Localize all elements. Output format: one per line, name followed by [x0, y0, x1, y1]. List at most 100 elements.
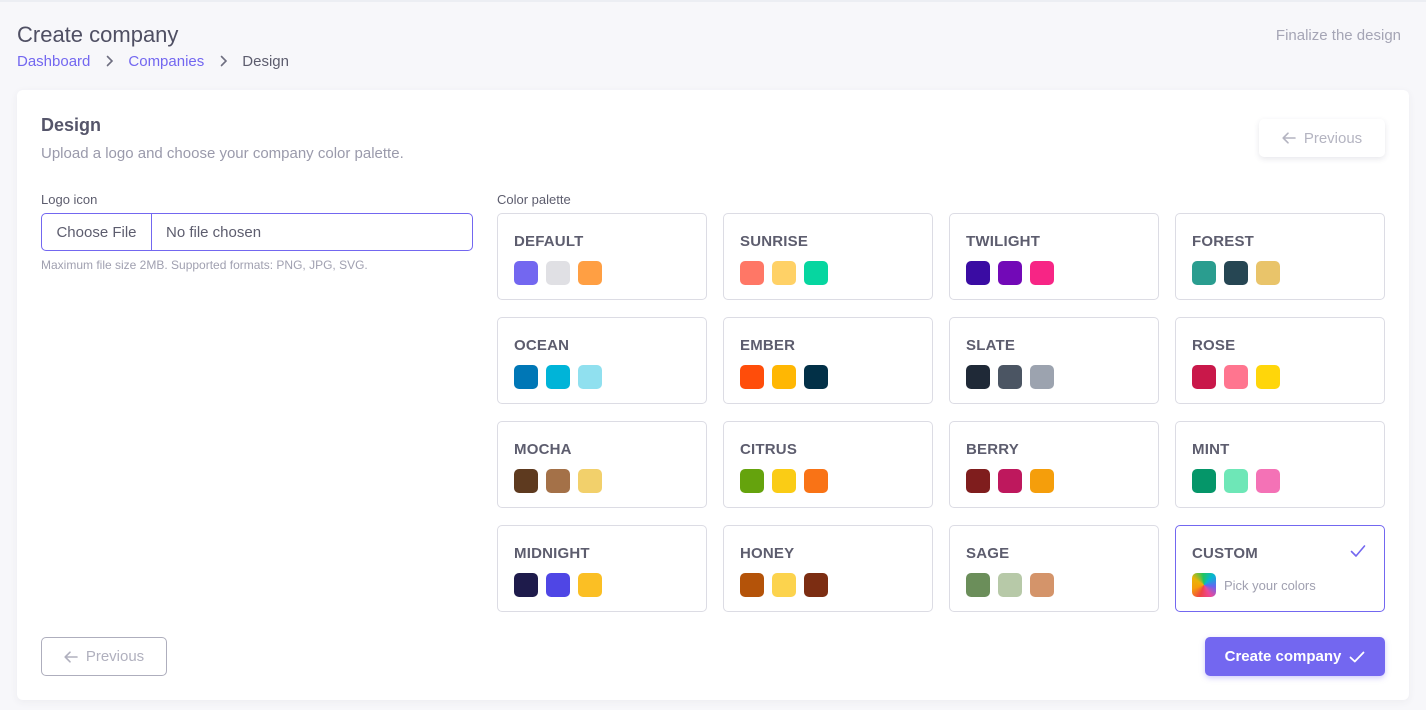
rainbow-swatch-icon	[1192, 573, 1216, 597]
palette-name: DEFAULT	[514, 233, 584, 250]
color-swatch	[772, 469, 796, 493]
color-swatch	[514, 573, 538, 597]
palette-option-mint[interactable]: MINT	[1175, 421, 1385, 508]
palette-option-berry[interactable]: BERRY	[949, 421, 1159, 508]
chevron-right-icon	[106, 54, 114, 70]
color-swatch	[772, 573, 796, 597]
previous-button-top[interactable]: Previous	[1259, 119, 1385, 157]
palette-name: HONEY	[740, 545, 795, 562]
color-swatch	[1030, 573, 1054, 597]
arrow-left-icon	[1282, 132, 1296, 144]
color-swatch	[998, 261, 1022, 285]
color-swatch	[804, 469, 828, 493]
palette-option-slate[interactable]: SLATE	[949, 317, 1159, 404]
palette-option-default[interactable]: DEFAULT	[497, 213, 707, 300]
palette-option-honey[interactable]: HONEY	[723, 525, 933, 612]
logo-label: Logo icon	[41, 192, 98, 207]
color-swatch	[804, 261, 828, 285]
create-company-button-label: Create company	[1224, 648, 1342, 665]
previous-button-label: Previous	[85, 648, 145, 665]
palette-swatches	[740, 365, 932, 389]
breadcrumb-dashboard-link[interactable]: Dashboard	[17, 53, 90, 70]
logo-file-input[interactable]: Choose File No file chosen	[41, 213, 473, 251]
palette-option-ember[interactable]: EMBER	[723, 317, 933, 404]
step-hint: Finalize the design	[1275, 27, 1401, 44]
check-icon	[1350, 545, 1366, 557]
palette-name: SUNRISE	[740, 233, 809, 250]
color-swatch	[1192, 469, 1216, 493]
breadcrumb-companies-link[interactable]: Companies	[128, 53, 204, 70]
palette-swatches	[740, 469, 932, 493]
palette-name: OCEAN	[514, 337, 570, 354]
palette-swatches	[514, 469, 706, 493]
palette-swatches	[966, 261, 1158, 285]
palette-option-sunrise[interactable]: SUNRISE	[723, 213, 933, 300]
palette-swatches	[514, 261, 706, 285]
palette-option-twilight[interactable]: TWILIGHT	[949, 213, 1159, 300]
top-divider	[0, 0, 1426, 2]
color-swatch	[966, 261, 990, 285]
palette-swatches	[514, 573, 706, 597]
color-swatch	[1224, 469, 1248, 493]
color-swatch	[1030, 365, 1054, 389]
palette-option-sage[interactable]: SAGE	[949, 525, 1159, 612]
palette-name: SLATE	[966, 337, 1016, 354]
palette-option-custom[interactable]: CUSTOM Pick your colors	[1175, 525, 1385, 612]
color-swatch	[1256, 469, 1280, 493]
card-title: Design	[41, 115, 102, 135]
palette-option-citrus[interactable]: CITRUS	[723, 421, 933, 508]
palette-swatches	[966, 365, 1158, 389]
previous-button[interactable]: Previous	[41, 637, 167, 676]
palette-name: MIDNIGHT	[514, 545, 590, 562]
color-swatch	[1030, 469, 1054, 493]
color-swatch	[546, 573, 570, 597]
page-title: Create company	[17, 22, 179, 47]
color-swatch	[514, 261, 538, 285]
palette-option-forest[interactable]: FOREST	[1175, 213, 1385, 300]
palette-option-mocha[interactable]: MOCHA	[497, 421, 707, 508]
palette-swatches	[1192, 469, 1384, 493]
palette-name: MOCHA	[514, 441, 572, 458]
color-swatch	[1256, 365, 1280, 389]
file-name-value: No file chosen	[166, 223, 262, 241]
color-swatch	[966, 365, 990, 389]
color-swatch	[1224, 365, 1248, 389]
palette-option-rose[interactable]: ROSE	[1175, 317, 1385, 404]
color-swatch	[578, 261, 602, 285]
color-swatch	[772, 365, 796, 389]
choose-file-button[interactable]: Choose File	[42, 214, 152, 250]
create-company-button[interactable]: Create company	[1205, 637, 1385, 676]
color-swatch	[578, 365, 602, 389]
color-swatch	[1224, 261, 1248, 285]
palette-swatches	[514, 365, 706, 389]
palette-name: FOREST	[1192, 233, 1255, 250]
custom-palette-row: Pick your colors	[1192, 573, 1384, 597]
palette-option-midnight[interactable]: MIDNIGHT	[497, 525, 707, 612]
chevron-right-icon	[220, 54, 228, 70]
color-swatch	[804, 573, 828, 597]
palette-swatches	[966, 469, 1158, 493]
color-swatch	[546, 469, 570, 493]
color-swatch	[1192, 365, 1216, 389]
color-swatch	[998, 365, 1022, 389]
color-swatch	[966, 469, 990, 493]
color-swatch	[966, 573, 990, 597]
arrow-left-icon	[64, 650, 78, 663]
color-swatch	[740, 261, 764, 285]
color-swatch	[1030, 261, 1054, 285]
palette-name: SAGE	[966, 545, 1010, 562]
palette-name: TWILIGHT	[966, 233, 1041, 250]
palette-name: EMBER	[740, 337, 796, 354]
palette-option-ocean[interactable]: OCEAN	[497, 317, 707, 404]
color-swatch	[740, 469, 764, 493]
color-swatch	[1256, 261, 1280, 285]
color-swatch	[578, 469, 602, 493]
color-swatch	[998, 469, 1022, 493]
breadcrumb: Dashboard Companies Design	[17, 53, 289, 70]
card-subtitle: Upload a logo and choose your company co…	[41, 145, 404, 162]
color-swatch	[740, 573, 764, 597]
palette-name: CITRUS	[740, 441, 798, 458]
palette-swatches	[740, 573, 932, 597]
palette-swatches	[740, 261, 932, 285]
color-swatch	[998, 573, 1022, 597]
